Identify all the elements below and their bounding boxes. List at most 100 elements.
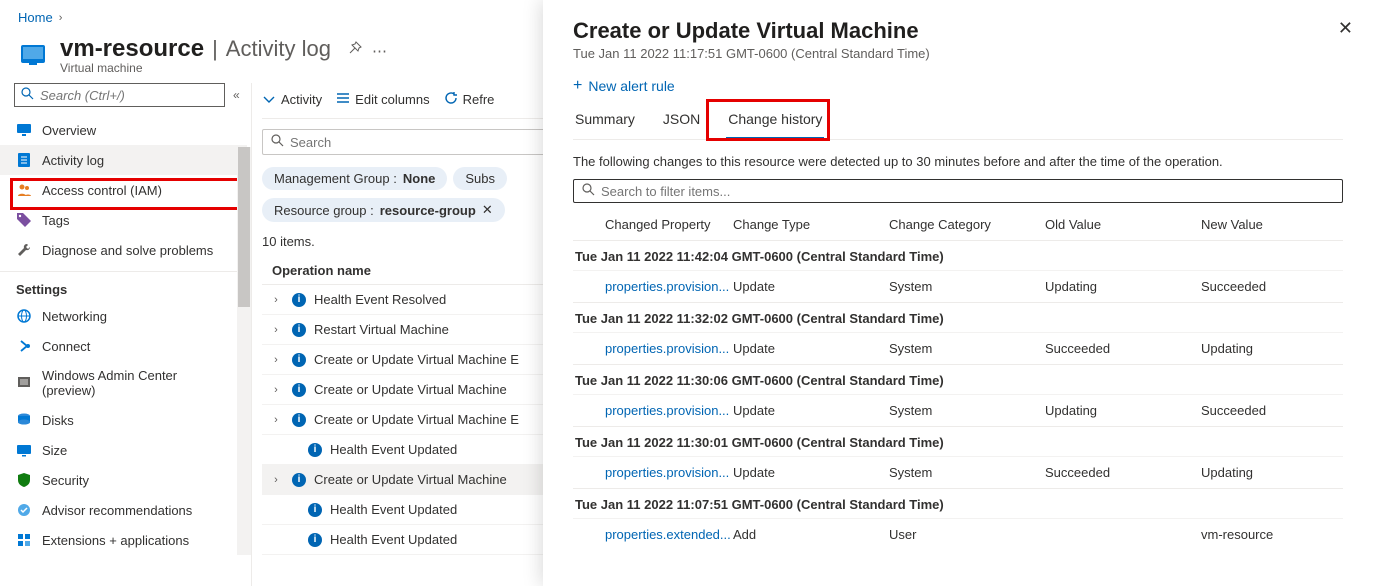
tab-summary[interactable]: Summary: [573, 105, 637, 139]
filter-input[interactable]: [601, 184, 1334, 199]
change-type: Update: [733, 465, 889, 480]
sidebar-item-label: Extensions + applications: [42, 533, 189, 548]
change-group-header: Tue Jan 11 2022 11:32:02 GMT-0600 (Centr…: [573, 302, 1343, 332]
chevron-right-icon: ›: [268, 414, 284, 426]
pin-icon[interactable]: [347, 41, 362, 60]
vm-icon: [18, 40, 48, 70]
sidebar-item-tags[interactable]: Tags: [0, 205, 247, 235]
changed-property-link[interactable]: properties.provision...: [605, 403, 729, 418]
change-category: User: [889, 527, 1045, 542]
sidebar-search-input[interactable]: [40, 88, 218, 103]
remove-filter-icon[interactable]: ✕: [482, 202, 493, 218]
changed-property-link[interactable]: properties.provision...: [605, 341, 729, 356]
sidebar-item-activity-log[interactable]: Activity log: [0, 145, 247, 175]
old-value: Succeeded: [1045, 341, 1201, 356]
wac-icon: [16, 375, 32, 391]
detail-panel: ✕ Create or Update Virtual Machine Tue J…: [543, 0, 1373, 586]
sidebar-item-connect[interactable]: Connect: [0, 331, 247, 361]
plus-icon: +: [573, 77, 582, 95]
sidebar-item-label: Size: [42, 443, 67, 458]
monitor-icon: [16, 122, 32, 138]
operation-label: Health Event Updated: [330, 532, 457, 547]
sidebar-item-networking[interactable]: Networking: [0, 301, 247, 331]
changed-property-link[interactable]: properties.extended...: [605, 527, 731, 542]
change-history-table: Changed Property Change Type Change Cate…: [573, 209, 1343, 550]
more-icon[interactable]: ⋯: [372, 42, 387, 60]
operation-label: Health Event Updated: [330, 442, 457, 457]
table-header: Changed Property Change Type Change Cate…: [573, 209, 1343, 240]
breadcrumb-home[interactable]: Home: [18, 10, 53, 25]
sidebar-item-label: Security: [42, 473, 89, 488]
sidebar-item-label: Windows Admin Center (preview): [42, 368, 231, 398]
activity-dropdown[interactable]: Activity: [262, 92, 322, 107]
sidebar-item-label: Diagnose and solve problems: [42, 243, 213, 258]
sidebar-item-diagnose-and-solve-problems[interactable]: Diagnose and solve problems: [0, 235, 247, 265]
operation-label: Health Event Resolved: [314, 292, 446, 307]
tab-json[interactable]: JSON: [661, 105, 702, 139]
refresh-button[interactable]: Refre: [444, 91, 495, 108]
close-panel-button[interactable]: ✕: [1338, 18, 1353, 39]
nav-section-settings: Settings: [0, 271, 251, 301]
filter-box[interactable]: [573, 179, 1343, 203]
sidebar-item-windows-admin-center-preview-[interactable]: Windows Admin Center (preview): [0, 361, 247, 405]
col-change-type[interactable]: Change Type: [733, 217, 889, 232]
search-icon: [21, 87, 34, 103]
chevron-right-icon: ›: [268, 384, 284, 396]
col-old-value[interactable]: Old Value: [1045, 217, 1201, 232]
chevron-down-icon: [262, 92, 276, 107]
table-row[interactable]: properties.provision...UpdateSystemSucce…: [573, 456, 1343, 488]
sidebar-item-label: Overview: [42, 123, 96, 138]
info-icon: i: [292, 353, 306, 367]
tab-change-history[interactable]: Change history: [726, 105, 824, 140]
change-type: Update: [733, 341, 889, 356]
table-row[interactable]: properties.extended...AddUser vm-resource: [573, 518, 1343, 550]
col-change-category[interactable]: Change Category: [889, 217, 1045, 232]
edit-columns-button[interactable]: Edit columns: [336, 92, 429, 107]
change-type: Add: [733, 527, 889, 542]
table-row[interactable]: properties.provision... UpdateSystemSucce…: [573, 332, 1343, 364]
change-type: Update: [733, 403, 889, 418]
col-changed-property[interactable]: Changed Property: [575, 217, 733, 232]
sidebar-item-size[interactable]: Size: [0, 435, 247, 465]
panel-description: The following changes to this resource w…: [573, 140, 1343, 179]
sidebar-item-access-control-iam-[interactable]: Access control (IAM): [0, 175, 247, 205]
new-value: Succeeded: [1201, 403, 1341, 418]
info-icon: i: [308, 503, 322, 517]
change-group-header: Tue Jan 11 2022 11:42:04 GMT-0600 (Centr…: [573, 240, 1343, 270]
operation-label: Create or Update Virtual Machine E: [314, 352, 519, 367]
changed-property-link[interactable]: properties.provision...: [605, 279, 729, 294]
old-value: Updating: [1045, 403, 1201, 418]
panel-title: Create or Update Virtual Machine: [573, 18, 1343, 44]
panel-timestamp: Tue Jan 11 2022 11:17:51 GMT-0600 (Centr…: [573, 46, 1343, 61]
table-row[interactable]: properties.provision...UpdateSystemUpdat…: [573, 270, 1343, 302]
collapse-sidebar-icon[interactable]: «: [233, 88, 240, 102]
old-value: [1045, 527, 1201, 542]
change-category: System: [889, 341, 1045, 356]
page-subtitle: Virtual machine: [60, 61, 387, 75]
people-icon: [16, 182, 32, 198]
change-category: System: [889, 465, 1045, 480]
sidebar-scrollbar[interactable]: [237, 147, 251, 555]
change-group-header: Tue Jan 11 2022 11:30:01 GMT-0600 (Centr…: [573, 426, 1343, 456]
sidebar-item-label: Tags: [42, 213, 69, 228]
sidebar-item-overview[interactable]: Overview: [0, 115, 247, 145]
sidebar-item-extensions-applications[interactable]: Extensions + applications: [0, 525, 247, 555]
sidebar-item-label: Activity log: [42, 153, 104, 168]
sidebar-item-security[interactable]: Security: [0, 465, 247, 495]
filter-pill-mg[interactable]: Management Group : None: [262, 167, 447, 190]
changed-property-link[interactable]: properties.provision...: [605, 465, 729, 480]
table-row[interactable]: properties.provision...UpdateSystemUpdat…: [573, 394, 1343, 426]
new-value: vm-resource: [1201, 527, 1341, 542]
sidebar-item-disks[interactable]: Disks: [0, 405, 247, 435]
filter-pill-subs[interactable]: Subs: [453, 167, 507, 190]
info-icon: i: [292, 413, 306, 427]
operation-label: Create or Update Virtual Machine: [314, 472, 507, 487]
sidebar-item-advisor-recommendations[interactable]: Advisor recommendations: [0, 495, 247, 525]
sidebar-search[interactable]: [14, 83, 225, 107]
search-icon: [271, 134, 284, 150]
filter-pill-rg[interactable]: Resource group : resource-group ✕: [262, 198, 505, 222]
size-icon: [16, 442, 32, 458]
col-new-value[interactable]: New Value: [1201, 217, 1341, 232]
new-alert-rule-button[interactable]: + New alert rule: [573, 77, 675, 95]
sidebar-item-label: Advisor recommendations: [42, 503, 192, 518]
